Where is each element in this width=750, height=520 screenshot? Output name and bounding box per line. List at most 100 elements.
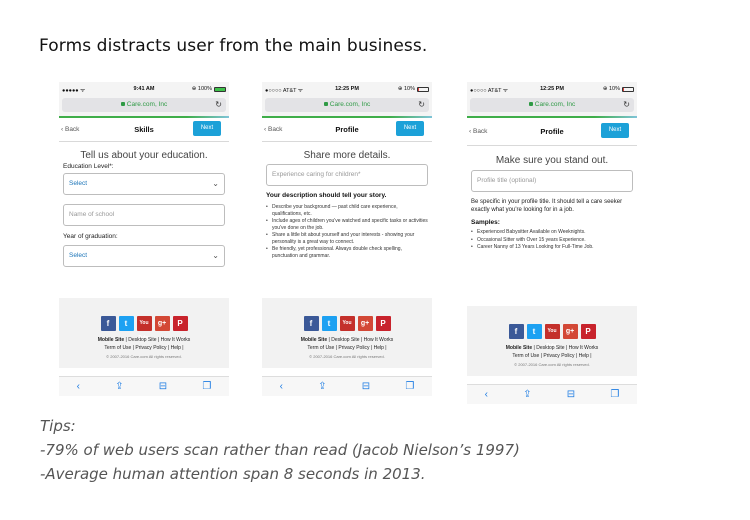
pinterest-icon[interactable]: P xyxy=(580,324,596,339)
bookmarks-icon[interactable]: ⊟ xyxy=(567,389,575,400)
googleplus-icon[interactable]: g+ xyxy=(154,316,170,331)
googleplus-icon[interactable]: g+ xyxy=(357,316,373,331)
status-bar: ●○○○○ AT&T ᯤ 12:25 PM ⊕ 10% xyxy=(262,82,432,96)
tips-title: Tips: xyxy=(40,417,76,435)
back-icon[interactable]: ‹ xyxy=(485,389,488,400)
twitter-icon[interactable]: t xyxy=(321,316,337,331)
bookmarks-icon[interactable]: ⊟ xyxy=(362,381,370,392)
browser-url-bar[interactable]: Care.com, Inc ↻ xyxy=(262,96,432,116)
section-heading: Share more details. xyxy=(303,150,391,161)
tabs-icon[interactable]: ❐ xyxy=(202,381,211,392)
section-heading: Make sure you stand out. xyxy=(495,155,609,166)
twitter-icon[interactable]: t xyxy=(118,316,134,331)
battery-status: ⊕ 100% xyxy=(192,86,226,92)
back-icon[interactable]: ‹ xyxy=(77,381,80,392)
graduation-year-select[interactable]: Select ⌄ xyxy=(63,245,225,267)
list-item: Be friendly, yet professional. Always do… xyxy=(266,246,428,259)
tips-line-1: -79% of web users scan rather than read … xyxy=(40,441,520,459)
googleplus-icon[interactable]: g+ xyxy=(562,324,578,339)
pinterest-icon[interactable]: P xyxy=(172,316,188,331)
description-tips-list: Describe your background — past child ca… xyxy=(266,204,428,259)
share-icon[interactable]: ⇪ xyxy=(523,389,531,400)
description-heading: Your description should tell your story. xyxy=(266,192,387,199)
lock-icon xyxy=(528,102,533,107)
lock-icon xyxy=(120,102,125,107)
url-field[interactable]: Care.com, Inc ↻ xyxy=(470,98,634,112)
tips-section: Tips: -79% of web users scan rather than… xyxy=(40,414,520,486)
share-icon[interactable]: ⇪ xyxy=(318,381,326,392)
battery-percent: ⊕ 10% xyxy=(397,86,415,92)
nav-bar: ‹ Back Skills Next xyxy=(59,118,229,142)
browser-url-bar[interactable]: Care.com, Inc ↻ xyxy=(59,96,229,116)
battery-status: ⊕ 10% xyxy=(398,86,429,92)
browser-url-bar[interactable]: Care.com, Inc ↻ xyxy=(467,96,637,116)
experience-input[interactable]: Experience caring for children* xyxy=(266,164,428,186)
education-level-select[interactable]: Select ⌄ xyxy=(63,173,225,195)
social-links: f t You Tube g+ P xyxy=(467,324,637,349)
facebook-icon[interactable]: f xyxy=(303,316,319,331)
list-item: Include ages of children you've watched … xyxy=(266,218,428,231)
profile-title-input[interactable]: Profile title (optional) xyxy=(471,170,633,192)
url-text: Care.com, Inc xyxy=(329,101,371,108)
status-bar: ●●●●● ᯤ 9:41 AM ⊕ 100% xyxy=(59,82,229,96)
social-links: f t You Tube g+ P xyxy=(59,316,229,341)
footer-links[interactable]: Mobile Site | Desktop Site | How It Work… xyxy=(467,344,637,360)
bookmarks-icon[interactable]: ⊟ xyxy=(159,381,167,392)
battery-percent: ⊕ 100% xyxy=(191,86,212,92)
reload-icon[interactable]: ↻ xyxy=(623,98,630,112)
battery-icon xyxy=(214,86,226,92)
site-footer: f t You Tube g+ P Mobile Site | Desktop … xyxy=(59,298,229,368)
nav-bar: ‹ Back Profile Next xyxy=(262,118,432,142)
youtube-icon[interactable]: You Tube xyxy=(136,316,152,341)
samples-list: Experienced Babysitter Available on Week… xyxy=(471,229,633,251)
copyright: © 2007-2016 Care.com All rights reserved… xyxy=(106,354,182,359)
education-level-label: Education Level*: xyxy=(63,163,114,170)
phone-skills-screen: ●●●●● ᯤ 9:41 AM ⊕ 100% Care.com, Inc ↻ ‹… xyxy=(59,82,229,396)
section-heading: Tell us about your education. xyxy=(80,150,208,161)
reload-icon[interactable]: ↻ xyxy=(215,98,222,112)
list-item: Experienced Babysitter Available on Week… xyxy=(471,229,633,236)
phone-profile-title-screen: ●○○○○ AT&T ᯤ 12:25 PM ⊕ 10% Care.com, In… xyxy=(467,82,637,404)
pinterest-icon[interactable]: P xyxy=(375,316,391,331)
browser-toolbar: ‹ ⇪ ⊟ ❐ xyxy=(59,376,229,396)
next-button[interactable]: Next xyxy=(601,123,629,138)
youtube-icon[interactable]: You Tube xyxy=(544,324,560,349)
battery-status: ⊕ 10% xyxy=(603,86,634,92)
tabs-icon[interactable]: ❐ xyxy=(405,381,414,392)
site-footer: f t You Tube g+ P Mobile Site | Desktop … xyxy=(262,298,432,368)
share-icon[interactable]: ⇪ xyxy=(115,381,123,392)
copyright: © 2007-2016 Care.com All rights reserved… xyxy=(514,362,590,367)
back-icon[interactable]: ‹ xyxy=(280,381,283,392)
copyright: © 2007-2016 Care.com All rights reserved… xyxy=(309,354,385,359)
url-text: Care.com, Inc xyxy=(534,101,576,108)
list-item: Occasional Sitter with Over 15 years Exp… xyxy=(471,237,633,244)
chevron-down-icon: ⌄ xyxy=(212,179,219,188)
facebook-icon[interactable]: f xyxy=(508,324,524,339)
twitter-icon[interactable]: t xyxy=(526,324,542,339)
battery-icon xyxy=(417,86,429,92)
graduation-year-label: Year of graduation: xyxy=(63,233,118,240)
social-links: f t You Tube g+ P xyxy=(262,316,432,341)
tabs-icon[interactable]: ❐ xyxy=(610,389,619,400)
samples-label: Samples: xyxy=(471,219,500,226)
tips-line-2: -Average human attention span 8 seconds … xyxy=(40,465,426,483)
url-field[interactable]: Care.com, Inc ↻ xyxy=(62,98,226,112)
youtube-icon[interactable]: You Tube xyxy=(339,316,355,341)
footer-links[interactable]: Mobile Site | Desktop Site | How It Work… xyxy=(262,336,432,352)
url-field[interactable]: Care.com, Inc ↻ xyxy=(265,98,429,112)
list-item: Career Nanny of 13 Years Looking for Ful… xyxy=(471,244,633,251)
next-button[interactable]: Next xyxy=(193,121,221,136)
footer-links[interactable]: Mobile Site | Desktop Site | How It Work… xyxy=(59,336,229,352)
reload-icon[interactable]: ↻ xyxy=(418,98,425,112)
lock-icon xyxy=(323,102,328,107)
nav-bar: ‹ Back Profile Next xyxy=(467,118,637,146)
list-item: Describe your background — past child ca… xyxy=(266,204,428,217)
profile-title-hint: Be specific in your profile title. It sh… xyxy=(471,199,623,213)
next-button[interactable]: Next xyxy=(396,121,424,136)
url-text: Care.com, Inc xyxy=(126,101,168,108)
chevron-down-icon: ⌄ xyxy=(212,251,219,260)
browser-toolbar: ‹ ⇪ ⊟ ❐ xyxy=(262,376,432,396)
facebook-icon[interactable]: f xyxy=(100,316,116,331)
school-name-input[interactable]: Name of school xyxy=(63,204,225,226)
browser-toolbar: ‹ ⇪ ⊟ ❐ xyxy=(467,384,637,404)
